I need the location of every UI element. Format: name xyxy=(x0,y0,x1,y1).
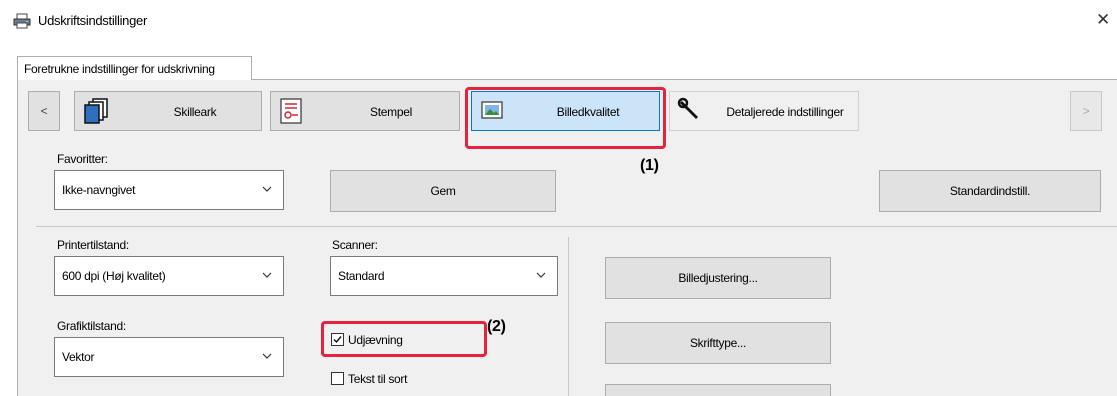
font-button[interactable]: Skrifttype... xyxy=(605,322,831,364)
more-settings-button[interactable] xyxy=(605,384,831,396)
checkmark-icon xyxy=(333,336,342,344)
window-title: Udskriftsindstillinger xyxy=(38,13,147,28)
text-to-black-checkbox[interactable] xyxy=(331,372,344,385)
toolbar-next-button[interactable]: > xyxy=(1070,91,1102,131)
toolbar-label-stamp: Stempel xyxy=(370,105,412,119)
smoothing-checkbox[interactable] xyxy=(331,333,344,346)
tab-preferences[interactable]: Foretrukne indstillinger for udskrivning xyxy=(17,56,252,80)
toolbar-stamp-button[interactable]: Stempel xyxy=(270,91,460,131)
separator-pages-icon xyxy=(84,98,108,124)
vertical-divider xyxy=(568,237,569,396)
favorites-label: Favoritter: xyxy=(57,152,108,166)
toolbar-separator-pages-button[interactable]: Skilleark xyxy=(74,91,262,131)
toolbar-prev-button[interactable]: < xyxy=(28,91,60,131)
stamp-icon xyxy=(280,98,302,124)
scanner-value: Standard xyxy=(338,269,385,283)
favorites-value: Ikke-navngivet xyxy=(62,183,136,197)
scanner-select[interactable]: Standard xyxy=(330,256,558,296)
scanner-label: Scanner: xyxy=(332,238,378,252)
horizontal-divider xyxy=(36,226,1117,227)
close-button[interactable]: ✕ xyxy=(1092,9,1114,31)
graphics-mode-select[interactable]: Vektor xyxy=(54,337,284,377)
printer-icon xyxy=(13,13,31,29)
chevron-down-icon xyxy=(262,353,272,359)
chevron-down-icon xyxy=(536,272,546,278)
callout-1: (1) xyxy=(640,157,659,174)
printer-mode-select[interactable]: 600 dpi (Høj kvalitet) xyxy=(54,256,284,296)
text-to-black-label: Tekst til sort xyxy=(348,372,408,386)
toolbar-detailed-settings-button[interactable]: Detaljerede indstillinger xyxy=(669,91,859,131)
defaults-button[interactable]: Standardindstill. xyxy=(879,170,1101,212)
chevron-down-icon xyxy=(262,186,272,192)
toolbar-image-quality-button[interactable]: Billedkvalitet xyxy=(471,91,660,131)
callout-2: (2) xyxy=(487,318,506,335)
graphics-mode-label: Grafiktilstand: xyxy=(57,319,126,333)
smoothing-label: Udjævning xyxy=(348,333,403,347)
image-adjust-button[interactable]: Billedjustering... xyxy=(605,257,831,299)
toolbar-label-image-quality: Billedkvalitet xyxy=(556,105,620,119)
save-favorite-button[interactable]: Gem xyxy=(330,170,556,212)
printer-mode-value: 600 dpi (Høj kvalitet) xyxy=(62,269,166,283)
toolbar-label-detailed: Detaljerede indstillinger xyxy=(726,105,844,119)
title-bar: Udskriftsindstillinger ✕ xyxy=(0,0,1117,40)
printer-mode-label: Printertilstand: xyxy=(57,238,129,252)
toolbar-label-separator: Skilleark xyxy=(173,105,217,119)
graphics-mode-value: Vektor xyxy=(62,350,95,364)
chevron-down-icon xyxy=(262,272,272,278)
image-quality-icon xyxy=(481,101,503,119)
favorites-select[interactable]: Ikke-navngivet xyxy=(54,170,284,210)
wrench-icon xyxy=(677,97,698,119)
